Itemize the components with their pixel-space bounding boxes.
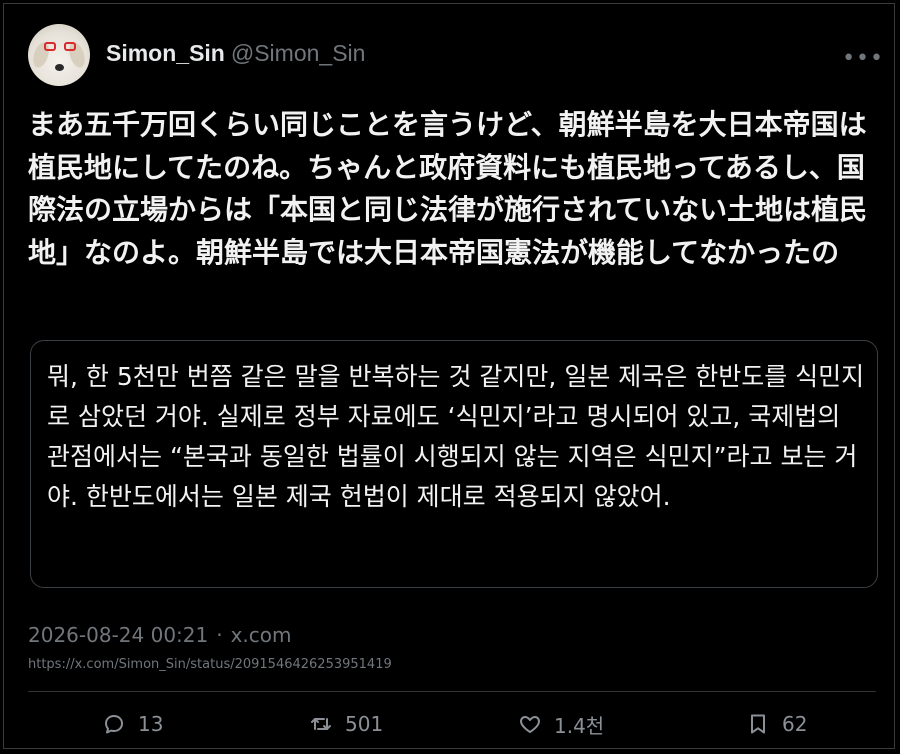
- translation-text: 뭐, 한 5천만 번쯤 같은 말을 반복하는 것 같지만, 일본 제국은 한반도…: [47, 362, 865, 511]
- meta-separator: ·: [216, 623, 223, 647]
- action-bar: 13 501 1.4천 62: [28, 704, 876, 744]
- source-label: x.com: [230, 623, 292, 647]
- like-count: 1.4천: [554, 713, 605, 738]
- translation-box: 뭐, 한 5천만 번쯤 같은 말을 반복하는 것 같지만, 일본 제국은 한반도…: [30, 340, 878, 588]
- user-handle[interactable]: @Simon_Sin: [231, 40, 366, 66]
- bookmark-count: 62: [782, 712, 808, 736]
- avatar-glasses: [44, 42, 76, 52]
- avatar-nose: [55, 64, 64, 71]
- heart-icon: [520, 716, 540, 733]
- more-icon[interactable]: •••: [842, 46, 884, 71]
- reply-button[interactable]: 13: [102, 704, 163, 744]
- retweet-button[interactable]: 501: [309, 704, 383, 744]
- reply-count: 13: [138, 712, 164, 736]
- bookmark-icon: [751, 714, 765, 734]
- avatar[interactable]: [28, 24, 90, 86]
- divider: [28, 691, 876, 692]
- tweet-card: Simon_Sin @Simon_Sin ••• まあ五千万回くらい同じことを言う…: [3, 3, 895, 749]
- tweet-url[interactable]: https://x.com/Simon_Sin/status/209154642…: [28, 657, 392, 672]
- tweet-header: Simon_Sin @Simon_Sin •••: [28, 24, 888, 88]
- bookmark-button[interactable]: 62: [746, 704, 807, 744]
- user-names: Simon_Sin @Simon_Sin: [106, 40, 365, 67]
- tweet-meta: 2026-08-24 00:21 · x.com: [28, 623, 292, 647]
- like-button[interactable]: 1.4천: [518, 704, 604, 744]
- timestamp[interactable]: 2026-08-24 00:21: [28, 623, 208, 647]
- reply-icon: [105, 715, 123, 734]
- tweet-text: まあ五千万回くらい同じことを言うけど、朝鮮半島を大日本帝国は植民地にしてたのね。…: [28, 108, 868, 269]
- display-name[interactable]: Simon_Sin: [106, 40, 225, 66]
- retweet-count: 501: [345, 712, 384, 736]
- retweet-icon: [311, 718, 331, 730]
